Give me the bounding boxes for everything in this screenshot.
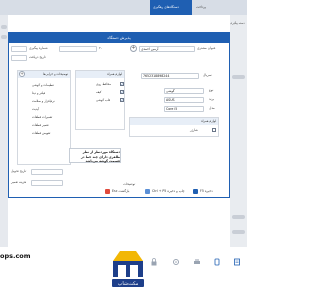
print-save-button[interactable]: Ctrl + P5 چاپ و ذخیره — [144, 188, 185, 195]
save-button[interactable]: F5 ذخیره — [192, 188, 213, 195]
model-label: مدل — [209, 106, 215, 110]
customer-label: عنوان مشتری — [197, 46, 216, 50]
document-icon — [234, 258, 240, 266]
shop-logo: مکث‌شاپ — [112, 251, 144, 287]
add-customer-button[interactable]: + — [130, 45, 137, 52]
accessory-label-2: قاب گوشی — [96, 98, 111, 102]
top-tab-label: دستگاه‌های رهگیری — [153, 5, 179, 9]
problems-panel: توضیحات و خرابی‌ها + تنظیمات و گوشی فیلت… — [17, 70, 71, 165]
problem-item-3[interactable]: آپدیت — [32, 107, 39, 111]
accessory-checkbox-2[interactable]: ✓ — [120, 98, 124, 102]
device-intake-dialog: پذیرش دستگاه عنوان مشتری آرمین احمدی + ۲… — [8, 32, 230, 198]
note-text: دستگاه موردنظر از نظر ظاهری دارای چند خط… — [81, 150, 120, 163]
accessory-label-1: کیف — [96, 90, 102, 94]
problems-header: توضیحات و خرابی‌ها — [18, 71, 70, 78]
top-tab-label-2[interactable]: پرداخت — [196, 5, 206, 10]
print-save-button-label: Ctrl + P5 چاپ و ذخیره — [152, 189, 185, 193]
return-button[interactable]: Esc بازگشت — [104, 188, 129, 195]
side-menu-label[interactable]: دسته پیگیری — [230, 21, 245, 26]
cost-label: هزینه تعمیر — [11, 180, 26, 184]
settings-icon — [173, 259, 179, 265]
customer-id: ۲۰ — [99, 46, 103, 50]
problem-item-1[interactable]: فیلتر و دیتا — [32, 91, 45, 95]
brand-label: برند — [209, 97, 215, 101]
delivery-field[interactable] — [31, 169, 63, 175]
dialog-title: پذیرش دستگاه — [9, 33, 229, 43]
save-icon — [193, 188, 198, 194]
background-right-panel: دسته پیگیری — [230, 15, 247, 247]
delivery-label: تاریخ تحویل — [11, 169, 27, 173]
app-top-bar: دستگاه‌های رهگیری پرداخت — [0, 0, 247, 15]
printer-icon — [194, 259, 200, 264]
serial-label: سریال — [203, 73, 212, 77]
type-label: نوع — [209, 88, 214, 92]
accessory-checkbox-0[interactable]: ✓ — [120, 82, 124, 86]
add-problem-button[interactable]: + — [19, 71, 25, 77]
problem-item-2[interactable]: نرم‌افزار و سلامت — [32, 99, 55, 103]
extra-checkbox[interactable] — [212, 128, 216, 132]
note-label: توضیحات — [123, 182, 136, 186]
note-textarea[interactable]: دستگاه موردنظر از نظر ظاهری دارای چند خط… — [69, 148, 121, 163]
problem-item-5[interactable]: تعمیر قطعات — [32, 123, 49, 127]
background-left-panel — [0, 15, 8, 247]
tracking-field[interactable] — [11, 46, 27, 52]
accessory-label-0: محافظ روی — [96, 82, 111, 86]
model-field[interactable]: Core i5 — [164, 106, 204, 112]
date-field[interactable] — [11, 55, 27, 61]
brand-field[interactable]: ASUS — [164, 97, 204, 103]
device-icon — [214, 258, 220, 266]
close-icon — [105, 188, 110, 194]
problem-item-4[interactable]: تعمیرات قطعات — [32, 115, 52, 119]
tracking-label: شماره پیگیری — [29, 46, 48, 50]
accessories-panel: لوازم همراه ✓ محافظ روی ✓ کیف ✓ قاب گوشی — [75, 70, 125, 130]
type-field[interactable]: گوشی — [164, 88, 204, 94]
printer-icon — [145, 188, 150, 194]
extra-item-label: شارژر — [190, 128, 198, 132]
extras-header: لوازم همراه — [130, 118, 218, 125]
customer-field[interactable]: آرمین احمدی — [139, 46, 195, 52]
return-button-label: Esc بازگشت — [112, 189, 130, 193]
customer-id-field[interactable] — [59, 46, 97, 52]
accessories-header: لوازم همراه — [76, 71, 124, 78]
site-watermark-text: ops.com — [0, 252, 31, 260]
problem-item-0[interactable]: تنظیمات و گوشی — [32, 83, 54, 87]
extras-panel: لوازم همراه شارژر — [129, 117, 219, 137]
logo-text: مکث‌شاپ — [118, 281, 139, 287]
lock-icon — [151, 258, 157, 266]
cost-field[interactable] — [31, 180, 63, 186]
problem-item-6[interactable]: تعویض قطعات — [32, 131, 50, 135]
serial-field[interactable]: 7652318898244 — [141, 73, 199, 79]
date-label: تاریخ دریافت — [29, 55, 46, 59]
accessory-checkbox-1[interactable]: ✓ — [120, 90, 124, 94]
save-button-label: F5 ذخیره — [200, 189, 213, 193]
